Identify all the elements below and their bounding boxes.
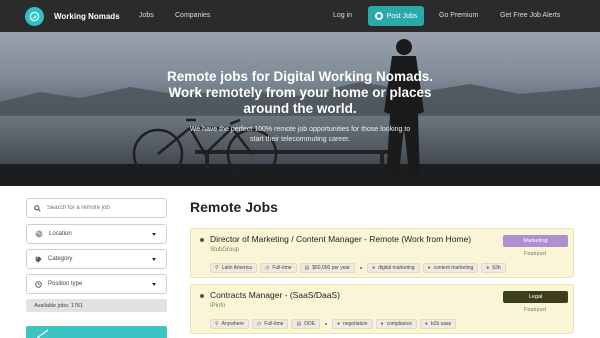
tag-label: b2b saas <box>430 321 452 327</box>
tag-label: Anywhere <box>221 321 244 327</box>
post-jobs-label: Post Jobs <box>386 12 418 20</box>
tag-label: Full-time <box>264 321 284 327</box>
job-card[interactable]: Contracts Manager - (SaaS/DaaS) IPinfo L… <box>190 284 574 334</box>
skill-tag[interactable]: ● negotiation <box>332 319 373 329</box>
job-card[interactable]: Director of Marketing / Content Manager … <box>190 228 574 278</box>
skill-tag[interactable]: ● b2b saas <box>419 319 457 329</box>
tag-label: b2b <box>492 265 501 271</box>
position-type-tag[interactable]: ◷ Full-time <box>259 263 297 273</box>
tag-label: DOE <box>304 321 316 327</box>
hero-title: Remote jobs for Digital Working Nomads. … <box>150 69 450 117</box>
skill-tag[interactable]: ● b2b <box>481 263 506 273</box>
job-company[interactable]: IPinfo <box>210 303 225 309</box>
clock-icon: ◷ <box>264 265 270 271</box>
money-icon: ▤ <box>304 265 310 271</box>
search-box[interactable] <box>26 198 167 218</box>
location-pin-icon: ⚲ <box>215 321 219 327</box>
category-select-label: Category <box>48 256 73 262</box>
tag-icon <box>35 256 42 263</box>
tag-label: Full-time <box>272 265 292 271</box>
bullet-icon <box>200 294 204 298</box>
location-pin-icon <box>374 12 383 20</box>
compass-icon <box>25 6 44 26</box>
tag-label: compliance <box>386 321 412 327</box>
money-icon: ▤ <box>296 321 302 327</box>
tag-icon: ● <box>427 265 431 271</box>
go-premium-link[interactable]: Go Premium <box>439 12 478 19</box>
job-title[interactable]: Director of Marketing / Content Manager … <box>210 234 471 244</box>
skill-tag[interactable]: ● digital marketing <box>367 263 420 273</box>
skill-tag[interactable]: ● content marketing <box>422 263 479 273</box>
hero-title-line: Remote jobs for Digital Working Nomads. <box>166 69 434 84</box>
tag-label: content marketing <box>433 265 474 271</box>
tag-icon: ● <box>372 265 376 271</box>
separator-dot <box>360 267 363 269</box>
position-type-select-label: Position type <box>48 281 83 287</box>
job-title[interactable]: Contracts Manager - (SaaS/DaaS) <box>210 290 340 300</box>
position-type-tag[interactable]: ◷ Full-time <box>251 319 289 329</box>
job-alerts-link[interactable]: Get Free Job Alerts <box>500 12 560 19</box>
tag-label: digital marketing <box>378 265 415 271</box>
skill-tag[interactable]: ● compliance <box>375 319 417 329</box>
position-type-select[interactable]: Position type <box>26 274 167 294</box>
page-title: Remote Jobs <box>190 199 278 215</box>
location-tag[interactable]: ⚲ Anywhere <box>210 319 249 329</box>
globe-icon <box>35 230 43 238</box>
tag-label: negotiation <box>343 321 368 327</box>
tag-label: Latin America <box>221 265 252 271</box>
clock-icon <box>35 280 42 288</box>
chevron-down-icon <box>152 233 156 236</box>
brand-name: Working Nomads <box>54 11 120 21</box>
category-badge[interactable]: Legal <box>503 291 568 303</box>
location-select[interactable]: Location <box>26 224 167 244</box>
hero-subtitle-line: start their telecommuting career. <box>250 136 350 143</box>
promo-box[interactable] <box>26 326 167 338</box>
tag-icon: ● <box>337 321 341 327</box>
hero-title-line: around the world. <box>243 101 357 116</box>
separator-dot <box>325 323 328 325</box>
location-select-label: Location <box>49 231 72 237</box>
hero-banner: Remote jobs for Digital Working Nomads. … <box>0 32 600 186</box>
tag-label: $60,000 per year <box>312 265 351 271</box>
tag-icon: ● <box>424 321 428 327</box>
plane-icon <box>36 329 49 338</box>
nav-link-jobs[interactable]: Jobs <box>139 12 154 19</box>
brand-logo[interactable]: Working Nomads <box>25 6 120 26</box>
bullet-icon <box>200 238 204 242</box>
job-company[interactable]: StubGroup <box>210 247 239 253</box>
hero-title-line: Work remotely from your home or places <box>168 85 432 100</box>
tag-icon: ● <box>380 321 384 327</box>
location-tag[interactable]: ⚲ Latin America <box>210 263 257 273</box>
post-jobs-button[interactable]: Post Jobs <box>368 6 424 26</box>
chevron-down-icon <box>152 258 156 261</box>
featured-label: Featured <box>524 307 547 313</box>
hero-subtitle: We have the perfect 100% remote job oppo… <box>175 125 425 145</box>
chevron-down-icon <box>152 283 156 286</box>
tag-icon: ● <box>486 265 490 271</box>
nav-link-companies[interactable]: Companies <box>175 12 210 19</box>
login-link[interactable]: Log in <box>333 12 352 19</box>
salary-tag[interactable]: ▤ DOE <box>291 319 321 329</box>
location-pin-icon: ⚲ <box>215 265 219 271</box>
category-select[interactable]: Category <box>26 249 167 269</box>
salary-tag[interactable]: ▤ $60,000 per year <box>299 263 356 273</box>
available-jobs-count: Available jobs: 1761 <box>26 299 167 312</box>
hero-subtitle-line: We have the perfect 100% remote job oppo… <box>189 126 411 133</box>
job-tags: ⚲ Latin America ◷ Full-time ▤ $60,000 per y… <box>210 263 506 273</box>
search-icon <box>34 204 41 212</box>
clock-icon: ◷ <box>256 321 262 327</box>
job-tags: ⚲ Anywhere ◷ Full-time ▤ DOE ● negotiation ●… <box>210 319 457 329</box>
category-badge[interactable]: Marketing <box>503 235 568 247</box>
top-nav: Working Nomads Jobs Companies Log in Pos… <box>0 0 600 32</box>
search-input[interactable] <box>47 205 162 211</box>
featured-label: Featured <box>524 251 547 257</box>
